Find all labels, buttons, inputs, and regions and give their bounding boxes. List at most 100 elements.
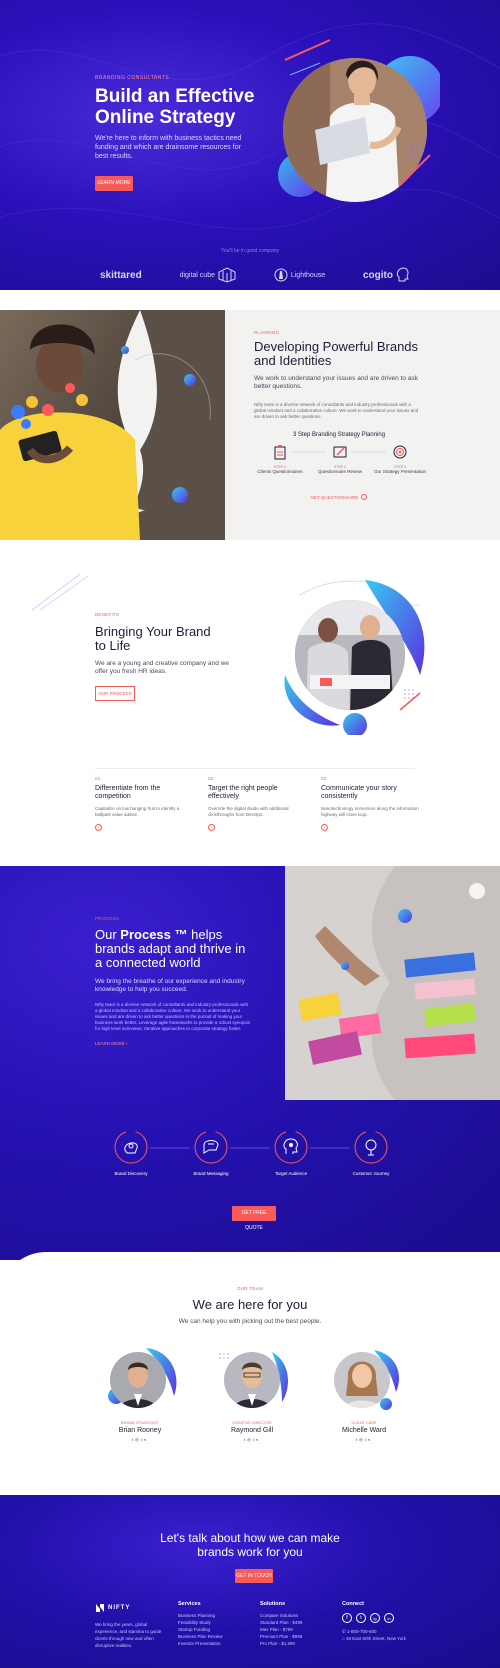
footer-solution-link[interactable]: Max Plan - $799: [260, 1626, 330, 1633]
planning-lead: We work to understand your issues and ar…: [254, 375, 418, 390]
target-icon: [393, 445, 407, 459]
feature-text: Capitalize on low hanging fruit to ident…: [95, 806, 180, 817]
process-learn-more-text: LEARN MORE: [95, 1041, 125, 1046]
footer-phone[interactable]: ✆ 1-800-700-600: [342, 1628, 422, 1635]
team-member-photo: [108, 1348, 177, 1408]
team-member-name: Raymond Gill: [230, 1427, 273, 1434]
arrow-right-icon: ›: [126, 1041, 128, 1046]
feature-item-2: 02 Target the right people effectively O…: [208, 776, 308, 831]
facebook-icon[interactable]: f: [342, 1613, 352, 1623]
planning-body: Nifty team is a diverse network of consu…: [254, 402, 419, 419]
hero-learn-more-button[interactable]: LEARN MORE: [95, 176, 133, 191]
process-title-pre: Our: [95, 927, 121, 942]
footer-solution-link[interactable]: Standard Plan - $499: [260, 1619, 330, 1626]
get-questionnaire-text: GET QUESTIONNAIRE: [310, 495, 359, 500]
feature-title: Target the right people effectively: [208, 785, 278, 800]
footer-solutions-title: Solutions: [260, 1601, 286, 1607]
client-logos-row: skittared digital cube Lighthouse cogito: [100, 262, 410, 288]
twitter-icon[interactable]: t: [356, 1613, 366, 1623]
team-member-card: BRAND STRATEGIST Brian Rooney t◎in: [100, 1344, 180, 1442]
hero-title: Build an Effective Online Strategy: [95, 86, 265, 128]
footer-connect-title: Connect: [342, 1601, 364, 1607]
footer-address: ⌂ 48 East 60th Street, New York: [342, 1635, 422, 1642]
feature-item-3: 03 Communicate your story consistently N…: [321, 776, 421, 831]
logo-cogito: cogito: [363, 267, 410, 283]
team-section: OUR TEAM We are here for you We can help…: [0, 1252, 500, 1498]
footer-service-link[interactable]: Business Planning: [178, 1612, 248, 1619]
feature-arrow-icon[interactable]: ›: [95, 824, 102, 831]
hero-title-line1: Build an Effective: [95, 86, 255, 107]
linkedin-icon[interactable]: in: [384, 1613, 394, 1623]
logo-lighthouse: Lighthouse: [274, 268, 325, 282]
footer-solution-link[interactable]: Compare Solutions: [260, 1612, 330, 1619]
get-free-quote-button[interactable]: GET FREE QUOTE: [232, 1206, 276, 1231]
logo-lighthouse-text: Lighthouse: [290, 271, 326, 279]
feature-arrow-icon[interactable]: ›: [321, 824, 328, 831]
brand-discovery-icon: [112, 1128, 150, 1166]
process-step-label: Target Audience: [274, 1171, 308, 1176]
footer-solutions-column: Solutions Compare Solutions Standard Pla…: [260, 1601, 330, 1647]
process-learn-more-link[interactable]: LEARN MORE ›: [95, 1041, 128, 1046]
step-label: Our Strategy Presentation: [373, 469, 427, 474]
brand-section: BENEFITS Bringing Your Brand to Life We …: [0, 540, 500, 870]
footer-about: We bring the years, global experience, a…: [95, 1622, 162, 1648]
hero-lead: We're here to inform with business tacti…: [95, 135, 242, 160]
linkedin-icon[interactable]: in: [141, 1437, 148, 1442]
instagram-icon[interactable]: ig: [370, 1613, 380, 1623]
team-member-role: BRAND STRATEGIST: [121, 1421, 159, 1425]
planning-steps: STEP 1 Clients Questionnaires STEP 2 Que…: [250, 444, 430, 484]
arrow-right-icon: ›: [361, 494, 368, 500]
footer-logo[interactable]: NIFTY: [95, 1603, 130, 1613]
features-divider: [95, 768, 415, 769]
team-member-role: CREATIVE DIRECTOR: [232, 1421, 272, 1425]
brand-lead: We are a young and creative company and …: [95, 660, 229, 675]
cube-icon: [218, 267, 236, 283]
step-item-3: STEP 3 Our Strategy Presentation: [370, 444, 430, 474]
step-item-2: STEP 2 Questionnaire Review: [310, 444, 370, 474]
process-step-label: Brand Messaging: [193, 1171, 229, 1176]
linkedin-icon[interactable]: in: [253, 1437, 260, 1442]
hero-eyebrow: BRANDING CONSULTANTS: [95, 75, 170, 81]
footer-service-link[interactable]: Investor Presentation: [178, 1640, 248, 1647]
footer-brand-name: NIFTY: [108, 1605, 131, 1611]
footer-address-text: 48 East 60th Street, New York: [345, 1636, 407, 1641]
logo-skittared-text: skittared: [100, 269, 142, 281]
process-section: PROCESS Our Process ™ helps brands adapt…: [0, 866, 500, 1260]
get-questionnaire-link[interactable]: GET QUESTIONNAIRE ›: [254, 494, 424, 500]
step-label: Clients Questionnaires: [257, 469, 303, 474]
footer-cta-line2: brands work for you: [197, 1545, 303, 1559]
team-member-card: CLIENT CARE Michelle Ward t◎in: [324, 1344, 404, 1442]
footer-solution-link[interactable]: Premium Plan - $999: [260, 1633, 330, 1640]
step-label: Questionnaire Review: [317, 469, 363, 474]
team-member-photo: [219, 1352, 288, 1408]
hero-section: BRANDING CONSULTANTS Build an Effective …: [0, 0, 500, 290]
footer-service-link[interactable]: Business Plan Review: [178, 1633, 248, 1640]
get-in-touch-button[interactable]: GET IN TOUCH: [235, 1569, 273, 1583]
process-step-label: Customer Journey: [352, 1171, 390, 1176]
footer-phone-text: 1-800-700-600: [347, 1629, 377, 1634]
feature-num: 03: [321, 776, 327, 781]
linkedin-icon[interactable]: in: [365, 1437, 372, 1442]
process-steps-graphic: [150, 1147, 350, 1149]
feature-text: Override the digital divide with additio…: [208, 806, 289, 817]
team-member-socials: t◎in: [324, 1437, 404, 1442]
lighthouse-icon: [274, 268, 288, 282]
team-member-photo: [334, 1350, 400, 1410]
process-title: Our Process ™ helps brands adapt and thr…: [95, 928, 250, 970]
logo-digital-cube: digital cube: [180, 267, 236, 283]
team-member-socials: t◎in: [212, 1437, 292, 1442]
footer-solution-link[interactable]: Pro Plan - $1,990: [260, 1640, 330, 1647]
our-process-button[interactable]: OUR PROCESS: [95, 686, 135, 701]
team-member-name: Michelle Ward: [341, 1427, 387, 1434]
footer-service-link[interactable]: Startup Funding: [178, 1626, 248, 1633]
feature-arrow-icon[interactable]: ›: [208, 824, 215, 831]
planning-eyebrow: PLANNING: [254, 330, 280, 335]
feature-title: Communicate your story consistently: [321, 785, 397, 800]
planning-title: Developing Powerful Brands and Identitie…: [254, 339, 419, 368]
footer-service-link[interactable]: Feasibility Study: [178, 1619, 248, 1626]
team-eyebrow: OUR TEAM: [236, 1286, 264, 1291]
team-member-card: CREATIVE DIRECTOR Raymond Gill t◎in: [212, 1344, 292, 1442]
feature-item-1: 01 Differentiate from the competition Ca…: [95, 776, 195, 831]
head-icon: [396, 267, 409, 282]
process-step-label: Brand Discovery: [114, 1171, 148, 1176]
